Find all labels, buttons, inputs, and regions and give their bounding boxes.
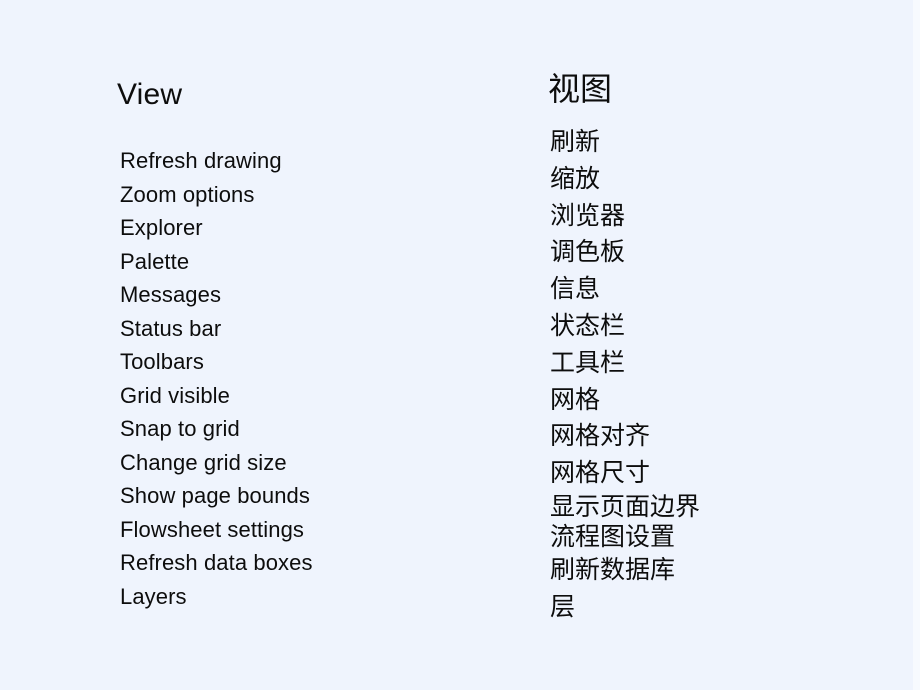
menu-item-zh-status-bar[interactable]: 状态栏 [550, 308, 700, 345]
menu-item-toolbars[interactable]: Toolbars [120, 345, 313, 379]
menu-item-layers[interactable]: Layers [120, 580, 313, 614]
menu-item-zh-refresh-drawing[interactable]: 刷新 [550, 124, 700, 161]
right-edge-strip [913, 0, 920, 690]
menu-item-zh-refresh-data-boxes[interactable]: 刷新数据库 [550, 552, 700, 589]
menu-item-zh-show-page-bounds[interactable]: 显示页面边界 [550, 492, 700, 522]
menu-item-zh-flowsheet-settings[interactable]: 流程图设置 [550, 522, 700, 552]
menu-item-zh-layers[interactable]: 层 [550, 589, 700, 626]
menu-item-zh-grid-visible[interactable]: 网格 [550, 382, 700, 419]
menu-item-status-bar[interactable]: Status bar [120, 312, 313, 346]
menu-item-zh-messages[interactable]: 信息 [550, 271, 700, 308]
menu-item-zh-zoom-options[interactable]: 缩放 [550, 161, 700, 198]
menu-item-zh-change-grid-size[interactable]: 网格尺寸 [550, 455, 700, 492]
menu-item-zoom-options[interactable]: Zoom options [120, 178, 313, 212]
menu-item-refresh-data-boxes[interactable]: Refresh data boxes [120, 546, 313, 580]
menu-item-flowsheet-settings[interactable]: Flowsheet settings [120, 513, 313, 547]
menu-item-change-grid-size[interactable]: Change grid size [120, 446, 313, 480]
menu-item-explorer[interactable]: Explorer [120, 211, 313, 245]
menu-item-zh-toolbars[interactable]: 工具栏 [550, 345, 700, 382]
english-column-title: View [117, 78, 183, 111]
menu-item-zh-explorer[interactable]: 浏览器 [550, 198, 700, 235]
menu-item-refresh-drawing[interactable]: Refresh drawing [120, 144, 313, 178]
english-menu-list: Refresh drawing Zoom options Explorer Pa… [120, 144, 313, 613]
menu-item-messages[interactable]: Messages [120, 278, 313, 312]
menu-item-zh-snap-to-grid[interactable]: 网格对齐 [550, 418, 700, 455]
menu-item-zh-palette[interactable]: 调色板 [550, 234, 700, 271]
slide-canvas: View Refresh drawing Zoom options Explor… [0, 0, 920, 690]
chinese-column-title: 视图 [548, 70, 613, 108]
menu-item-snap-to-grid[interactable]: Snap to grid [120, 412, 313, 446]
chinese-menu-list: 刷新 缩放 浏览器 调色板 信息 状态栏 工具栏 网格 网格对齐 网格尺寸 显示… [550, 124, 700, 626]
menu-item-show-page-bounds[interactable]: Show page bounds [120, 479, 313, 513]
menu-item-palette[interactable]: Palette [120, 245, 313, 279]
menu-item-grid-visible[interactable]: Grid visible [120, 379, 313, 413]
